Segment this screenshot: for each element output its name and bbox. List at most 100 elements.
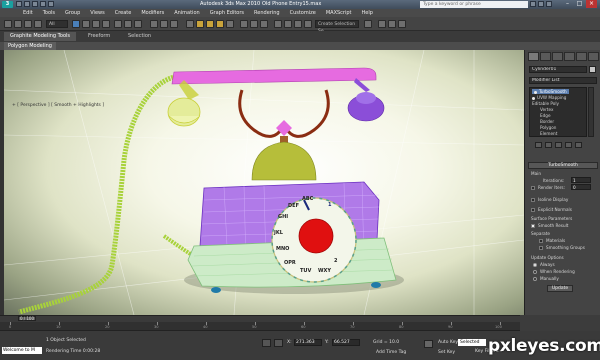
display-tab-icon[interactable] bbox=[576, 52, 587, 61]
open-file-icon[interactable] bbox=[24, 1, 30, 7]
select-manipulate-icon[interactable] bbox=[170, 20, 178, 28]
when-rendering-radio[interactable] bbox=[533, 270, 537, 274]
menu-customize[interactable]: Customize bbox=[285, 9, 321, 17]
key-selection-dropdown[interactable]: Selected bbox=[458, 339, 486, 346]
time-slider-thumb[interactable]: 0 / 100 bbox=[18, 316, 36, 321]
unlink-icon[interactable] bbox=[34, 20, 42, 28]
bell-dome[interactable] bbox=[251, 141, 317, 181]
stack-item-editable-poly[interactable]: Editable Poly bbox=[532, 101, 559, 106]
percent-snap-icon[interactable] bbox=[216, 20, 224, 28]
render-iters-checkbox[interactable] bbox=[531, 186, 535, 190]
explicit-normals-checkbox[interactable] bbox=[531, 208, 535, 212]
named-selection-dropdown[interactable]: Create Selection Se bbox=[315, 20, 359, 34]
redo-icon[interactable] bbox=[48, 1, 54, 7]
material-editor-icon[interactable] bbox=[364, 20, 372, 28]
help-icon[interactable] bbox=[546, 1, 552, 7]
keyboard-shortcut-icon[interactable] bbox=[186, 20, 194, 28]
track-bar[interactable] bbox=[0, 322, 520, 331]
layer-manager-icon[interactable] bbox=[274, 20, 282, 28]
menu-animation[interactable]: Animation bbox=[169, 9, 205, 17]
add-time-tag[interactable]: Add Time Tag bbox=[376, 350, 406, 355]
auto-key-button[interactable]: Auto Key bbox=[438, 340, 458, 345]
menu-create[interactable]: Create bbox=[110, 9, 137, 17]
y-coordinate[interactable]: 66.527 bbox=[332, 339, 360, 346]
rotate-icon[interactable] bbox=[124, 20, 132, 28]
minimize-button[interactable]: – bbox=[562, 0, 573, 8]
angle-snap-icon[interactable] bbox=[206, 20, 214, 28]
maximize-button[interactable]: □ bbox=[574, 0, 585, 8]
stack-scrollbar[interactable] bbox=[588, 87, 594, 137]
redo-toolbar-icon[interactable] bbox=[14, 20, 22, 28]
set-key-button[interactable]: Set Key bbox=[438, 350, 455, 355]
show-end-result-icon[interactable] bbox=[545, 142, 552, 148]
spinner-snap-icon[interactable] bbox=[226, 20, 234, 28]
new-file-icon[interactable] bbox=[16, 1, 22, 7]
light-bulb-icon[interactable] bbox=[534, 90, 537, 94]
stack-item-turbosmooth[interactable]: TurboSmooth bbox=[532, 89, 569, 94]
edit-named-selection-icon[interactable] bbox=[240, 20, 248, 28]
stack-item-polygon[interactable]: Polygon bbox=[540, 125, 556, 130]
menu-views[interactable]: Views bbox=[85, 9, 109, 17]
move-icon[interactable] bbox=[114, 20, 122, 28]
menu-tools[interactable]: Tools bbox=[38, 9, 60, 17]
light-bulb-icon[interactable] bbox=[532, 96, 535, 100]
tab-graphite-modeling-tools[interactable]: Graphite Modeling Tools bbox=[4, 32, 77, 41]
stack-item-border[interactable]: Border bbox=[540, 119, 554, 124]
time-slider-track[interactable] bbox=[0, 315, 520, 322]
motion-tab-icon[interactable] bbox=[564, 52, 575, 61]
render-production-icon[interactable] bbox=[398, 20, 406, 28]
reference-coord-icon[interactable] bbox=[150, 20, 158, 28]
object-name-field[interactable]: Cylinder01 bbox=[529, 66, 587, 73]
save-file-icon[interactable] bbox=[32, 1, 38, 7]
viewport-label[interactable]: + [ Perspective ] [ Smooth + Highlights … bbox=[12, 103, 104, 108]
graphite-toggle-icon[interactable] bbox=[284, 20, 292, 28]
rendered-frame-window-icon[interactable] bbox=[388, 20, 396, 28]
stack-item-element[interactable]: Element bbox=[540, 131, 557, 136]
stack-item-edge[interactable]: Edge bbox=[540, 113, 551, 118]
always-radio[interactable] bbox=[533, 263, 537, 267]
configure-sets-icon[interactable] bbox=[575, 142, 582, 148]
pivot-center-icon[interactable] bbox=[160, 20, 168, 28]
materials-checkbox[interactable] bbox=[539, 239, 543, 243]
search-input[interactable]: Type a keyword or phrase bbox=[420, 1, 528, 8]
tab-selection[interactable]: Selection bbox=[122, 32, 157, 41]
update-button[interactable]: Update bbox=[547, 285, 573, 292]
menu-maxscript[interactable]: MAXScript bbox=[321, 9, 357, 17]
iterations-spinner[interactable]: 1 bbox=[571, 177, 591, 183]
schematic-view-icon[interactable] bbox=[304, 20, 312, 28]
isoline-display-checkbox[interactable] bbox=[531, 198, 535, 202]
key-icon[interactable] bbox=[424, 340, 433, 348]
rectangle-selection-icon[interactable] bbox=[92, 20, 100, 28]
modifier-list-dropdown[interactable]: Modifier List bbox=[529, 77, 597, 84]
render-setup-icon[interactable] bbox=[378, 20, 386, 28]
menu-group[interactable]: Group bbox=[60, 9, 85, 17]
app-logo-button[interactable]: 3 bbox=[2, 1, 13, 8]
star-icon[interactable] bbox=[538, 1, 544, 7]
x-coordinate[interactable]: 271.363 bbox=[294, 339, 322, 346]
link-icon[interactable] bbox=[24, 20, 32, 28]
window-crossing-icon[interactable] bbox=[102, 20, 110, 28]
tab-polygon-modeling[interactable]: Polygon Modeling bbox=[4, 42, 56, 50]
mirror-icon[interactable] bbox=[250, 20, 258, 28]
snaps-toggle-icon[interactable] bbox=[196, 20, 204, 28]
smooth-result-checkbox[interactable] bbox=[531, 224, 535, 228]
undo-toolbar-icon[interactable] bbox=[4, 20, 12, 28]
pin-stack-icon[interactable] bbox=[535, 142, 542, 148]
stack-item-vertex[interactable]: Vertex bbox=[540, 107, 553, 112]
close-button[interactable]: × bbox=[586, 0, 597, 8]
render-iters-spinner[interactable]: 0 bbox=[571, 184, 591, 190]
menu-edit[interactable]: Edit bbox=[18, 9, 38, 17]
create-tab-icon[interactable] bbox=[528, 52, 539, 61]
menu-rendering[interactable]: Rendering bbox=[249, 9, 285, 17]
smoothing-groups-checkbox[interactable] bbox=[539, 246, 543, 250]
curve-editor-icon[interactable] bbox=[294, 20, 302, 28]
dial-center[interactable] bbox=[298, 218, 334, 254]
align-icon[interactable] bbox=[260, 20, 268, 28]
object-color-swatch[interactable] bbox=[589, 66, 596, 73]
undo-icon[interactable] bbox=[40, 1, 46, 7]
select-by-name-icon[interactable] bbox=[82, 20, 90, 28]
selection-filter-dropdown[interactable]: All bbox=[46, 20, 68, 28]
menu-help[interactable]: Help bbox=[357, 9, 378, 17]
maxscript-listener[interactable]: Welcome to M bbox=[2, 347, 42, 354]
select-object-icon[interactable] bbox=[72, 20, 80, 28]
